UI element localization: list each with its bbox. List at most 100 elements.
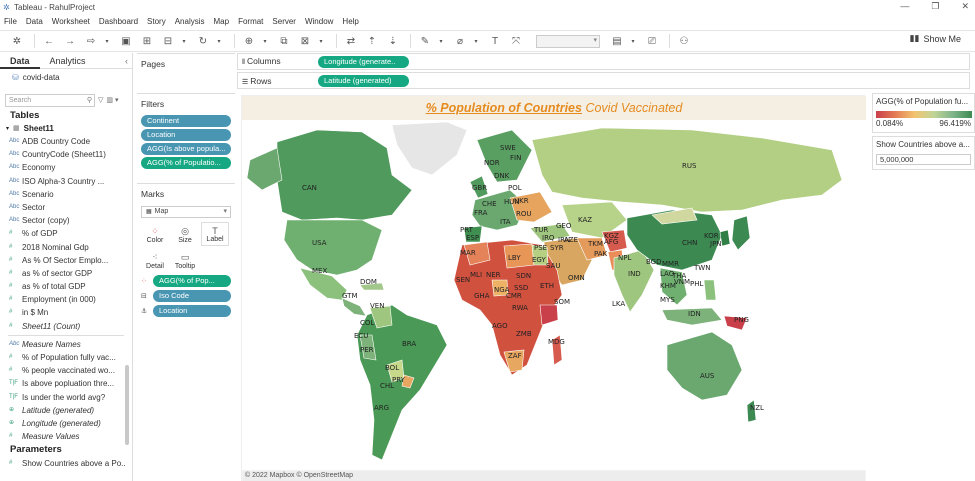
search-input[interactable]: Search ⚲: [5, 93, 95, 107]
view-title[interactable]: % Population of Countries Covid Vaccinat…: [242, 96, 866, 120]
field-item[interactable]: # Employment (in 000): [0, 293, 125, 306]
country-philippines[interactable]: [703, 279, 717, 301]
replay-icon[interactable]: ⇨: [82, 33, 100, 49]
color-button[interactable]: ⁘ Color: [141, 222, 169, 246]
sort-descending-icon[interactable]: ⇣: [384, 33, 402, 49]
field-item[interactable]: # as % of total GDP: [0, 280, 125, 293]
show-me-button[interactable]: ▮▮ Show Me: [910, 33, 961, 44]
detail-button[interactable]: ⁖ Detail: [141, 248, 169, 272]
field-item[interactable]: # as % of sector GDP: [0, 267, 125, 280]
field-item[interactable]: # % of GDP: [0, 227, 125, 240]
pause-dropdown-icon[interactable]: ▾: [180, 33, 188, 49]
group-dropdown-icon[interactable]: ▾: [472, 33, 480, 49]
filter-pill-continent[interactable]: Continent: [141, 115, 231, 127]
show-cards-dropdown-icon[interactable]: ▾: [629, 33, 637, 49]
table-sheet11[interactable]: ▾ ▦ Sheet11: [0, 123, 132, 135]
field-item[interactable]: Abc Measure Names: [0, 338, 125, 351]
collapse-pane-icon[interactable]: ‹: [125, 56, 128, 66]
choropleth-map[interactable]: CAN USA MEX DOM GTM VEN COL ECU BRA BOL PER PRY CHL A…: [242, 120, 866, 481]
field-item[interactable]: # Show Countries above a Po...: [0, 457, 125, 470]
field-item[interactable]: Abc Scenario: [0, 188, 125, 201]
rows-shelf[interactable]: ☰ Rows Latitude (generated): [237, 72, 970, 89]
new-worksheet-dropdown-icon[interactable]: ▾: [261, 33, 269, 49]
show-cards-icon[interactable]: ▤: [608, 33, 626, 49]
mark-pill-location[interactable]: Location: [153, 305, 231, 317]
menu-server[interactable]: Server: [272, 17, 296, 26]
menu-file[interactable]: File: [4, 17, 17, 26]
menu-story[interactable]: Story: [147, 17, 166, 26]
size-button[interactable]: ◎ Size: [171, 222, 199, 246]
redo-icon[interactable]: →: [61, 33, 79, 49]
pause-updates-icon[interactable]: ⊟: [159, 33, 177, 49]
field-item[interactable]: ⊕ Longitude (generated): [0, 417, 125, 430]
label-button[interactable]: T Label: [201, 222, 229, 246]
columns-shelf[interactable]: ⦀ Columns Longitude (generate..: [237, 53, 970, 70]
field-item[interactable]: Abc Sector: [0, 201, 125, 214]
close-icon[interactable]: ✕: [961, 1, 969, 12]
columns-pill-longitude[interactable]: Longitude (generate..: [318, 55, 409, 68]
field-item[interactable]: T|F Is above popluation thre...: [0, 377, 125, 390]
view-options-icon[interactable]: ▥ ▾: [106, 96, 118, 104]
undo-icon[interactable]: ←: [40, 33, 58, 49]
tab-data[interactable]: Data: [0, 53, 40, 69]
field-item[interactable]: Abc CountryCode (Sheet11): [0, 148, 125, 161]
share-icon[interactable]: ⚇: [675, 33, 693, 49]
menu-format[interactable]: Format: [238, 17, 263, 26]
swap-icon[interactable]: ⇄: [342, 33, 360, 49]
field-item[interactable]: # % of Population fully vac...: [0, 351, 125, 364]
map-canvas[interactable]: CANUSAMEXDOMGTMVENCOLECUBRABOLPERPRYCHLA…: [242, 120, 866, 481]
maximize-icon[interactable]: ❐: [931, 1, 939, 12]
filter-pill-location[interactable]: Location: [141, 129, 231, 141]
fix-axes-icon[interactable]: ⤧: [507, 33, 525, 49]
minimize-icon[interactable]: —: [900, 1, 909, 12]
field-item[interactable]: # As % Of Sector Emplo...: [0, 254, 125, 267]
map-attribution[interactable]: © 2022 Mapbox © OpenStreetMap: [245, 472, 353, 479]
datasource-item[interactable]: ⛁ covid-data: [0, 69, 132, 85]
replay-dropdown-icon[interactable]: ▾: [103, 33, 111, 49]
clear-dropdown-icon[interactable]: ▾: [317, 33, 325, 49]
field-item[interactable]: T|F Is under the world avg?: [0, 391, 125, 404]
new-worksheet-icon[interactable]: ⊕: [240, 33, 258, 49]
menu-map[interactable]: Map: [214, 17, 230, 26]
menu-help[interactable]: Help: [342, 17, 358, 26]
field-item[interactable]: ⊕ Latitude (generated): [0, 404, 125, 417]
filter-pill-pct-population[interactable]: AGG(% of Populatio...: [141, 157, 231, 169]
field-item[interactable]: Abc ISO Alpha-3 Country ...: [0, 175, 125, 188]
parameter-input[interactable]: 5,000,000: [876, 154, 971, 165]
tableau-logo-icon[interactable]: ✲: [8, 33, 26, 49]
tab-analytics[interactable]: Analytics: [40, 53, 96, 69]
field-item[interactable]: # Sheet11 (Count): [0, 320, 125, 333]
duplicate-icon[interactable]: ⧉: [275, 33, 293, 49]
field-item[interactable]: Abc ADB Country Code: [0, 135, 125, 148]
new-datasource-icon[interactable]: ⊞: [138, 33, 156, 49]
filter-pill-above-population[interactable]: AGG(Is above popula...: [141, 143, 231, 155]
save-icon[interactable]: ▣: [117, 33, 135, 49]
mark-pill-pct-population[interactable]: AGG(% of Pop...: [153, 275, 231, 287]
filter-icon[interactable]: ▽: [98, 96, 103, 104]
menu-worksheet[interactable]: Worksheet: [52, 17, 90, 26]
highlight-dropdown-icon[interactable]: ▾: [437, 33, 445, 49]
field-item[interactable]: Abc Sector (copy): [0, 214, 125, 227]
fit-dropdown[interactable]: [536, 34, 600, 48]
mark-pill-iso-code[interactable]: Iso Code: [153, 290, 231, 302]
tooltip-button[interactable]: ▭ Tooltip: [171, 248, 199, 272]
rows-pill-latitude[interactable]: Latitude (generated): [318, 74, 409, 87]
refresh-dropdown-icon[interactable]: ▾: [215, 33, 223, 49]
menu-data[interactable]: Data: [26, 17, 43, 26]
show-mark-labels-icon[interactable]: T: [486, 33, 504, 49]
field-item[interactable]: #2018 Nominal Gdp: [0, 241, 125, 254]
group-icon[interactable]: ⌀: [451, 33, 469, 49]
menu-dashboard[interactable]: Dashboard: [99, 17, 138, 26]
menu-window[interactable]: Window: [305, 17, 333, 26]
field-item[interactable]: # % people vaccinated wo...: [0, 364, 125, 377]
field-item[interactable]: # Measure Values: [0, 430, 125, 443]
refresh-icon[interactable]: ↻: [194, 33, 212, 49]
data-pane-scrollbar[interactable]: [125, 365, 129, 445]
field-item[interactable]: Abc Economy: [0, 161, 125, 174]
clear-sheet-icon[interactable]: ⊠: [296, 33, 314, 49]
mark-type-dropdown[interactable]: ▦ Map: [141, 206, 231, 218]
presentation-mode-icon[interactable]: ⎚: [643, 33, 661, 49]
field-item[interactable]: # in $ Mn: [0, 306, 125, 319]
highlight-icon[interactable]: ✎: [416, 33, 434, 49]
color-legend[interactable]: AGG(% of Population fu... 0.084% 96.419%: [872, 93, 975, 133]
